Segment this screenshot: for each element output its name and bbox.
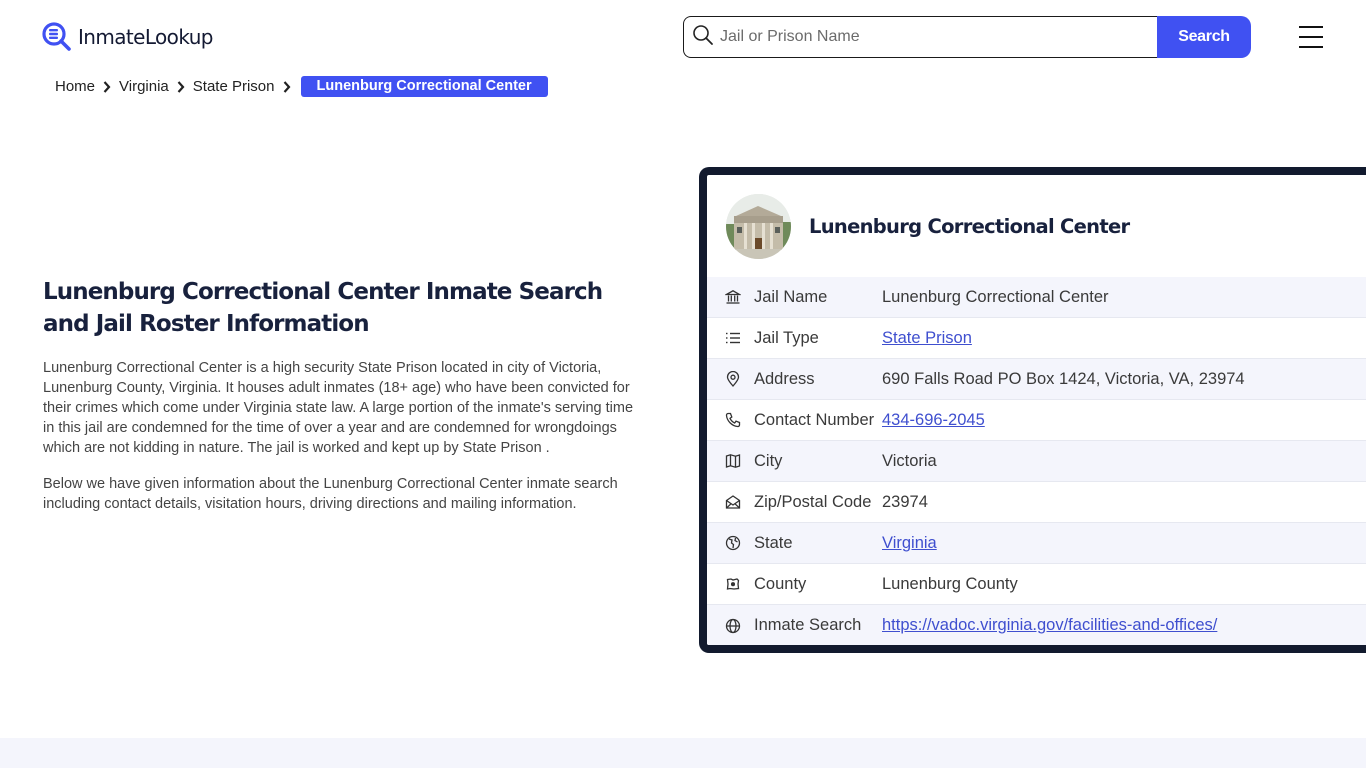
- chevron-right-icon: [103, 80, 111, 93]
- detail-value: 434-696-2045: [882, 411, 985, 430]
- breadcrumb-virginia[interactable]: Virginia: [119, 78, 169, 95]
- detail-value: https://vadoc.virginia.gov/facilities-an…: [882, 616, 1217, 635]
- hamburger-menu-button[interactable]: [1297, 26, 1325, 48]
- phone-link[interactable]: 434-696-2045: [882, 411, 985, 429]
- detail-value: Lunenburg County: [882, 574, 1018, 593]
- search-button[interactable]: Search: [1157, 16, 1251, 58]
- intro-paragraph: Below we have given information about th…: [43, 476, 618, 512]
- detail-value: Virginia: [882, 534, 937, 553]
- logo-text: InmateLookup: [78, 25, 213, 49]
- map-pin-icon: [724, 370, 742, 388]
- detail-row-jail-name: Jail Name Lunenburg Correctional Center: [707, 277, 1366, 318]
- chevron-right-icon: [283, 80, 291, 93]
- logo-link[interactable]: InmateLookup: [42, 22, 213, 52]
- facility-info-card: Lunenburg Correctional Center Jail Name …: [699, 167, 1366, 653]
- card-title: Lunenburg Correctional Center: [809, 214, 1130, 238]
- inmate-search-link[interactable]: https://vadoc.virginia.gov/facilities-an…: [882, 616, 1217, 634]
- phone-icon: [724, 411, 742, 429]
- world-icon: [724, 617, 742, 635]
- detail-value: State Prison: [882, 329, 972, 348]
- logo-magnifier-icon: [42, 22, 72, 52]
- detail-row-contact-number: Contact Number 434-696-2045: [707, 400, 1366, 441]
- facility-details-table: Jail Name Lunenburg Correctional Center …: [707, 277, 1366, 645]
- menu-bar-icon: [1299, 36, 1323, 38]
- search-icon: [692, 24, 714, 51]
- intro-paragraph: Lunenburg Correctional Center is a high …: [43, 360, 634, 456]
- page-title: Lunenburg Correctional Center Inmate Sea…: [43, 279, 603, 337]
- detail-value: Lunenburg Correctional Center: [882, 287, 1109, 306]
- footer-band: [0, 738, 1366, 768]
- detail-label: Inmate Search: [754, 616, 862, 634]
- breadcrumb-current[interactable]: Lunenburg Correctional Center: [300, 76, 548, 97]
- search-form: Search: [683, 16, 1251, 58]
- state-link[interactable]: Virginia: [882, 534, 937, 552]
- menu-bar-icon: [1299, 26, 1323, 28]
- detail-row-jail-type: Jail Type State Prison: [707, 318, 1366, 359]
- list-icon: [724, 329, 742, 347]
- detail-label: Contact Number: [754, 410, 875, 429]
- breadcrumb-state-prison[interactable]: State Prison: [193, 78, 275, 95]
- map-icon: [724, 452, 742, 470]
- breadcrumb-home[interactable]: Home: [55, 78, 95, 95]
- breadcrumb: Home Virginia State Prison Lunenburg Cor…: [55, 76, 548, 97]
- detail-row-state: State Virginia: [707, 523, 1366, 564]
- globe-region-icon: [724, 534, 742, 552]
- detail-value: Victoria: [882, 451, 937, 470]
- menu-bar-icon: [1299, 46, 1323, 48]
- detail-label: Jail Type: [754, 328, 819, 347]
- detail-row-inmate-search: Inmate Search https://vadoc.virginia.gov…: [707, 605, 1366, 645]
- card-header: Lunenburg Correctional Center: [707, 175, 1366, 277]
- detail-label: Address: [754, 369, 815, 388]
- detail-value: 690 Falls Road PO Box 1424, Victoria, VA…: [882, 369, 1245, 388]
- jail-type-link[interactable]: State Prison: [882, 329, 972, 347]
- detail-label: State: [754, 533, 793, 552]
- search-input[interactable]: [720, 28, 1140, 46]
- detail-label: County: [754, 574, 807, 593]
- detail-row-address: Address 690 Falls Road PO Box 1424, Vict…: [707, 359, 1366, 400]
- search-box: [683, 16, 1157, 58]
- detail-row-city: City Victoria: [707, 441, 1366, 482]
- detail-label: Jail Name: [754, 287, 828, 306]
- detail-label: Zip/Postal Code: [754, 492, 872, 511]
- chevron-right-icon: [177, 80, 185, 93]
- detail-row-zip: Zip/Postal Code 23974: [707, 482, 1366, 523]
- detail-label: City: [754, 451, 783, 470]
- mail-open-icon: [724, 493, 742, 511]
- detail-value: 23974: [882, 492, 928, 511]
- detail-row-county: County Lunenburg County: [707, 564, 1366, 605]
- site-header: InmateLookup Search: [0, 0, 1366, 72]
- bank-icon: [724, 288, 742, 306]
- facility-photo: [726, 193, 791, 259]
- intro-section: Lunenburg Correctional Center Inmate Sea…: [43, 276, 643, 514]
- county-map-icon: [724, 575, 742, 593]
